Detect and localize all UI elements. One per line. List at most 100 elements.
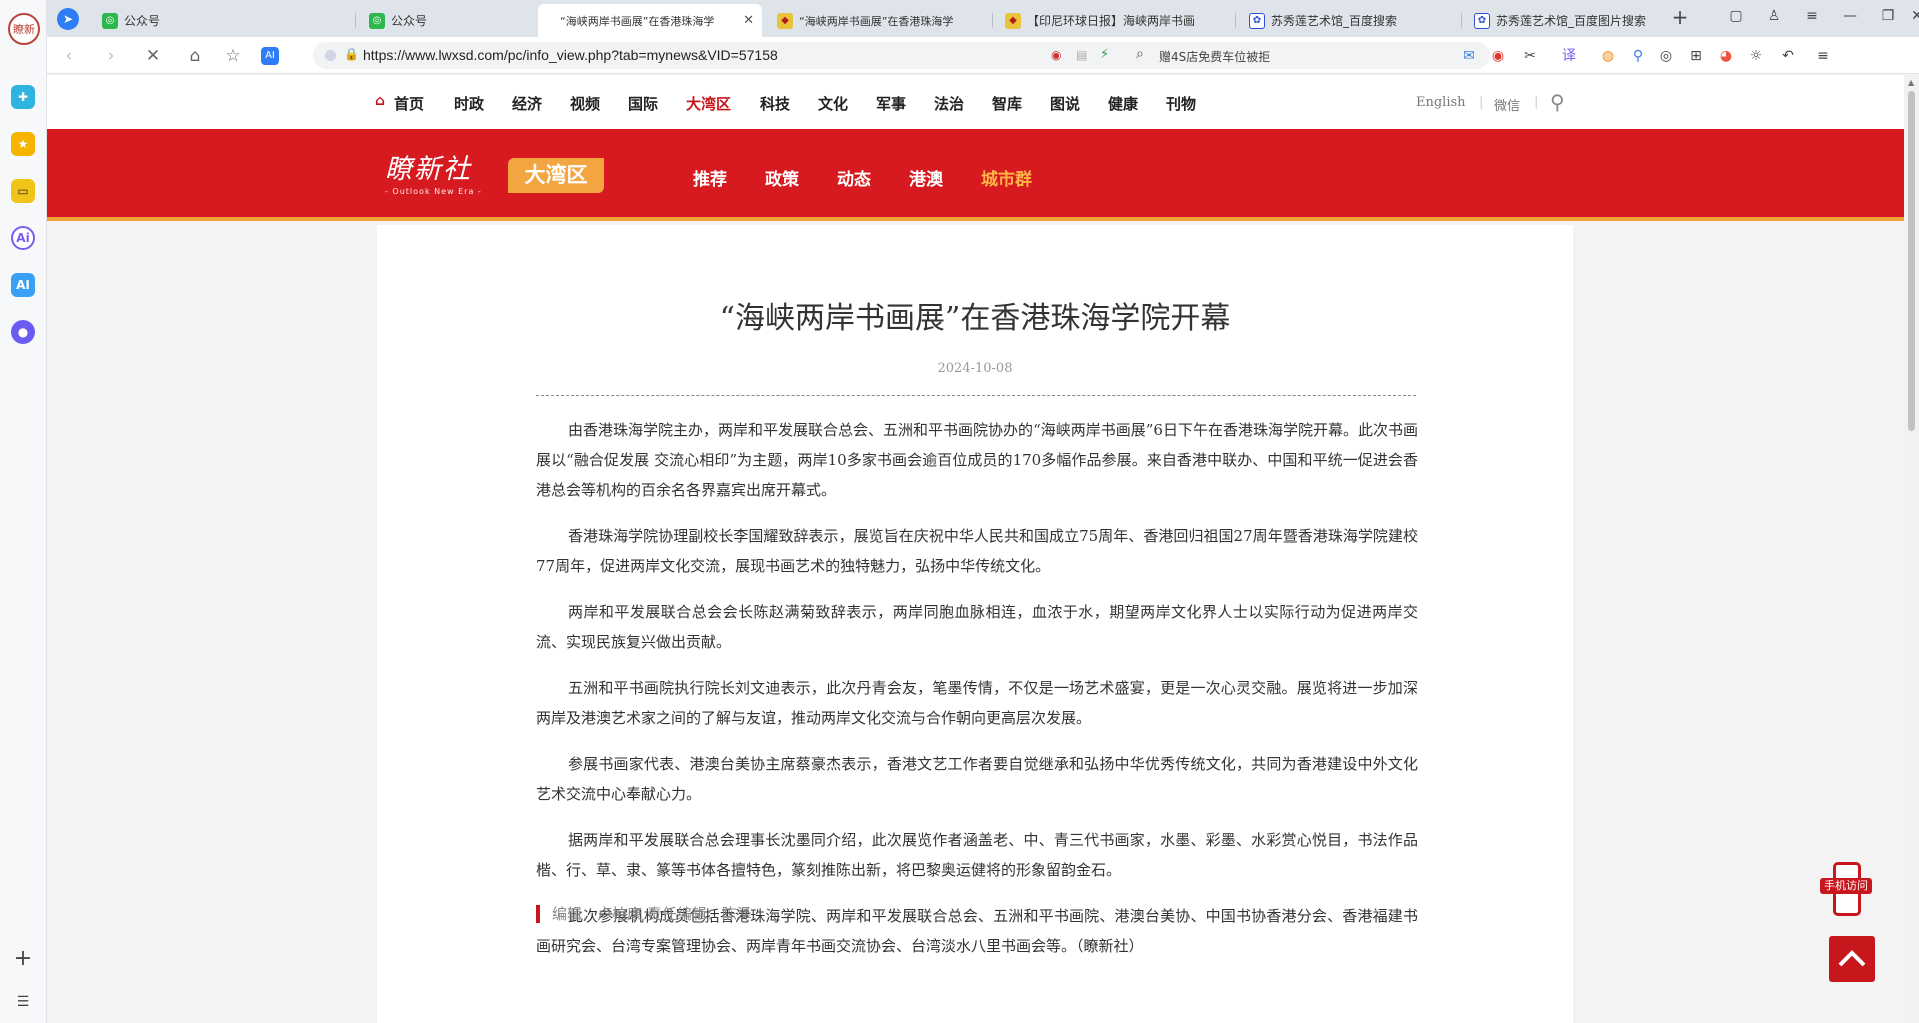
profile-avatar[interactable]: 瞭新	[8, 13, 40, 45]
ai-circle-icon[interactable]: Ai	[11, 226, 35, 250]
tab[interactable]: ◎ 公众号	[92, 4, 354, 37]
tab-list-icon[interactable]: ▢	[1726, 8, 1746, 24]
menu-pictures[interactable]: 图说	[1050, 93, 1080, 114]
submenu-policy[interactable]: 政策	[765, 165, 799, 190]
submenu-recommend[interactable]: 推荐	[693, 165, 727, 190]
search-input[interactable]: 赠4S店免费车位被拒	[1159, 48, 1270, 65]
page-scrollbar[interactable]: ▲	[1904, 75, 1919, 1023]
ai-assist-icon[interactable]: AI	[261, 47, 279, 65]
search-box[interactable]: ⌕ 赠4S店免费车位被拒	[1124, 42, 1490, 69]
back-icon[interactable]: ‹	[59, 46, 79, 66]
submenu-city-cluster[interactable]: 城市群	[981, 165, 1032, 190]
menu-icon[interactable]: ≡	[1802, 8, 1822, 24]
navigation-icon[interactable]: ➤	[57, 8, 79, 30]
color-wheel-icon[interactable]: ◕	[1717, 47, 1735, 65]
article-paragraph: 据两岸和平发展联合总会理事长沈墨同介绍，此次展览作者涵盖老、中、青三代书画家，水…	[536, 831, 1418, 879]
list-menu-icon[interactable]: ☰	[11, 990, 35, 1014]
close-window-icon[interactable]: ✕	[1907, 8, 1919, 24]
home-icon[interactable]: ⌂	[185, 46, 205, 66]
game-icon[interactable]: ◍	[1599, 47, 1617, 65]
tab-bar: ➤ ◎ 公众号 ◎ 公众号 “海峡两岸书画展”在香港珠海学 ✕ ◆ “海峡两岸书…	[47, 0, 1919, 37]
menu-international[interactable]: 国际	[628, 93, 658, 114]
scrollbar-thumb[interactable]	[1908, 91, 1915, 431]
menu-greater-bay-area[interactable]: 大湾区	[686, 93, 731, 114]
apps-grid-icon[interactable]: ⊞	[1687, 47, 1705, 65]
site-top-menu: ⌂ 首页 时政 经济 视频 国际 大湾区 科技 文化 军事 法治 智库 图说 健…	[47, 75, 1904, 129]
wechat-link[interactable]: 微信	[1494, 95, 1520, 114]
speed-icon[interactable]: ⚡	[1100, 47, 1109, 62]
tab-divider	[355, 13, 356, 28]
site-logo[interactable]: 瞭新社 - Outlook New Era -	[385, 147, 482, 196]
logo-subtitle: - Outlook New Era -	[385, 187, 482, 196]
translate-icon[interactable]: 译	[1560, 47, 1578, 65]
weibo-icon[interactable]: ◉	[1489, 47, 1507, 65]
shirt-skin-icon[interactable]: ♙	[1764, 8, 1784, 24]
add-icon[interactable]: +	[11, 946, 35, 971]
menu-think-tank[interactable]: 智库	[992, 93, 1022, 114]
chevron-up-icon	[1838, 950, 1866, 967]
shield-icon[interactable]: ◉	[1051, 48, 1061, 62]
tab[interactable]: ✿ 苏秀莲艺术馆_百度搜索	[1239, 4, 1461, 37]
site-info-icon[interactable]	[325, 50, 336, 61]
article-date: 2024-10-08	[937, 361, 1013, 376]
menu-military[interactable]: 军事	[876, 93, 906, 114]
title-divider	[536, 395, 1416, 396]
wechat-icon: ◎	[102, 12, 118, 29]
minimize-icon[interactable]: —	[1840, 8, 1860, 24]
english-link[interactable]: English	[1416, 95, 1466, 110]
menu-technology[interactable]: 科技	[760, 93, 790, 114]
tab-label: 苏秀莲艺术馆_百度搜索	[1271, 14, 1398, 28]
tab[interactable]: ◆ 【印尼环球日报】海峡两岸书画	[995, 4, 1235, 37]
tab-active[interactable]: “海峡两岸书画展”在香港珠海学 ✕	[538, 4, 762, 37]
page-viewport: ⌂ 首页 时政 经济 视频 国际 大湾区 科技 文化 军事 法治 智库 图说 健…	[47, 75, 1904, 1023]
menu-video[interactable]: 视频	[570, 93, 600, 114]
restore-icon[interactable]: ❐	[1878, 8, 1898, 24]
menu-law[interactable]: 法治	[934, 93, 964, 114]
address-bar[interactable]: 🔒 https://www.lwxsd.com/pc/info_view.php…	[313, 42, 1151, 69]
menu-culture[interactable]: 文化	[818, 93, 848, 114]
lock-icon: 🔒	[344, 47, 359, 61]
submenu-news[interactable]: 动态	[837, 165, 871, 190]
ai-square-icon[interactable]: AI	[11, 273, 35, 297]
logo-text: 瞭新社	[385, 154, 472, 185]
close-tab-icon[interactable]: ✕	[743, 13, 754, 28]
undo-icon[interactable]: ↶	[1779, 47, 1797, 65]
site-search-icon[interactable]: ⚲	[1550, 90, 1565, 114]
site-logo-icon: ◆	[777, 12, 793, 29]
bookmark-star-icon[interactable]: ☆	[223, 46, 243, 66]
favorites-star-icon[interactable]: ★	[11, 132, 35, 156]
menu-economy[interactable]: 经济	[512, 93, 542, 114]
stop-loading-icon[interactable]: ✕	[143, 46, 163, 66]
extension-icon[interactable]: ◎	[1657, 47, 1675, 65]
scroll-up-icon[interactable]: ▲	[1908, 78, 1914, 87]
reader-icon[interactable]: ▤	[1076, 48, 1087, 62]
menu-politics[interactable]: 时政	[454, 93, 484, 114]
article-container: “海峡两岸书画展”在香港珠海学院开幕 2024-10-08 由香港珠海学院主办，…	[377, 225, 1573, 1023]
tab-divider	[1461, 13, 1462, 28]
menu-home[interactable]: 首页	[394, 93, 424, 114]
article-paragraph: 香港珠海学院协理副校长李国耀致辞表示，展览旨在庆祝中华人民共和国成立75周年、香…	[536, 527, 1418, 575]
magnifier-icon[interactable]: ⚲	[1629, 47, 1647, 65]
game-pad-icon[interactable]: ●	[11, 320, 35, 344]
menu-health[interactable]: 健康	[1108, 93, 1138, 114]
brightness-icon[interactable]: ☼	[1747, 47, 1765, 65]
main-menu-icon[interactable]: ≡	[1814, 47, 1832, 65]
article-title: “海峡两岸书画展”在香港珠海学院开幕	[719, 301, 1231, 336]
tab[interactable]: ✿ 苏秀莲艺术馆_百度图片搜索	[1464, 4, 1686, 37]
back-to-top-button[interactable]	[1829, 936, 1875, 982]
mobile-access-button[interactable]: 手机访问	[1820, 862, 1872, 917]
baidu-paw-icon: ✿	[1474, 12, 1490, 29]
menu-publications[interactable]: 刊物	[1166, 93, 1196, 114]
mail-icon[interactable]: ✉	[1460, 47, 1478, 65]
article-paragraph: 两岸和平发展联合总会会长陈赵满菊致辞表示，两岸同胞血脉相连，血浓于水，期望两岸文…	[536, 603, 1418, 651]
forward-icon[interactable]: ›	[101, 46, 121, 66]
search-icon: ⌕	[1136, 46, 1144, 62]
tab-label: “海峡两岸书画展”在香港珠海学	[799, 14, 954, 28]
new-tab-icon[interactable]: +	[1670, 5, 1690, 29]
scissors-icon[interactable]: ✂	[1521, 47, 1539, 65]
tab[interactable]: ◆ “海峡两岸书画展”在香港珠海学	[767, 4, 992, 37]
sidebar-app-icon[interactable]: ✚	[11, 85, 35, 109]
assistant-bot-icon[interactable]: ▭	[11, 179, 35, 203]
submenu-hk-macau[interactable]: 港澳	[909, 165, 943, 190]
url-text[interactable]: https://www.lwxsd.com/pc/info_view.php?t…	[363, 47, 778, 63]
